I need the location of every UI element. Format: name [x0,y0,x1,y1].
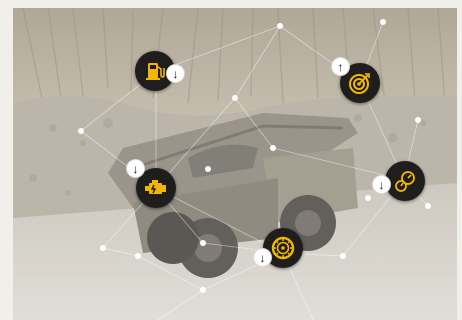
engine-icon [145,180,166,194]
gauge-hotspot[interactable]: ↓ [372,161,425,201]
target-icon [349,73,370,94]
engine-hotspot[interactable]: ↓ [126,159,176,208]
image-frame: ↓ ↑ ↓ ↓ ↓ [0,0,462,320]
mining-truck-photo: ↓ ↑ ↓ ↓ ↓ [13,8,457,320]
engine-expand-badge[interactable]: ↓ [126,159,145,178]
target-expand-badge[interactable]: ↑ [331,57,350,76]
arrow-down-icon: ↓ [259,250,266,265]
tire-expand-badge[interactable]: ↓ [253,248,272,267]
tire-icon [271,236,295,260]
gauge-expand-badge[interactable]: ↓ [372,175,391,194]
arrow-down-icon: ↓ [172,66,179,81]
arrow-up-icon: ↑ [337,59,344,74]
target-hotspot[interactable]: ↑ [331,57,380,103]
fuel-hotspot[interactable]: ↓ [135,51,185,91]
tire-hotspot[interactable]: ↓ [253,228,303,268]
arrow-down-icon: ↓ [132,161,139,176]
gauge-icon [395,171,415,192]
fuel-expand-badge[interactable]: ↓ [166,64,185,83]
photo-scene [13,8,457,320]
fuel-pump-icon [146,63,165,80]
arrow-down-icon: ↓ [378,177,385,192]
